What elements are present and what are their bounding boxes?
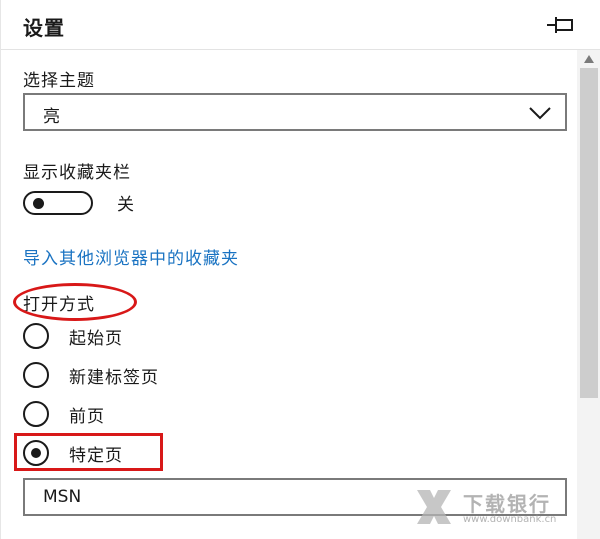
watermark-url: www.downbank.cn (463, 514, 557, 525)
watermark: 下载银行 www.downbank.cn (413, 486, 583, 534)
radio-label: 起始页 (69, 329, 123, 349)
chevron-down-icon (529, 107, 551, 120)
import-favorites-link[interactable]: 导入其他浏览器中的收藏夹 (23, 244, 239, 269)
highlight-rectangle (14, 433, 163, 471)
favorites-bar-label: 显示收藏夹栏 (23, 163, 131, 183)
panel-title: 设置 (23, 16, 65, 40)
watermark-logo-icon (417, 490, 451, 524)
theme-select[interactable]: 亮 (23, 93, 567, 131)
theme-select-value: 亮 (43, 107, 60, 127)
theme-label: 选择主题 (23, 71, 95, 91)
pin-icon[interactable] (546, 14, 576, 36)
panel-header: 设置 (1, 0, 600, 50)
toggle-knob (33, 198, 44, 209)
radio-label: 新建标签页 (69, 368, 159, 388)
radio-label: 前页 (69, 407, 105, 427)
settings-panel: 设置 选择主题 亮 显示收藏夹栏 关 导入其他浏览器中的收藏夹 打开方式 起始页… (0, 0, 600, 539)
watermark-name: 下载银行 (463, 492, 551, 516)
radio-button[interactable] (23, 323, 49, 349)
scroll-up-arrow-icon[interactable] (583, 54, 595, 64)
highlight-ellipse (13, 283, 137, 321)
favorites-bar-state: 关 (117, 195, 135, 215)
favorites-bar-toggle[interactable] (23, 191, 93, 215)
scrollbar-thumb[interactable] (580, 68, 598, 398)
radio-button[interactable] (23, 362, 49, 388)
radio-button[interactable] (23, 401, 49, 427)
